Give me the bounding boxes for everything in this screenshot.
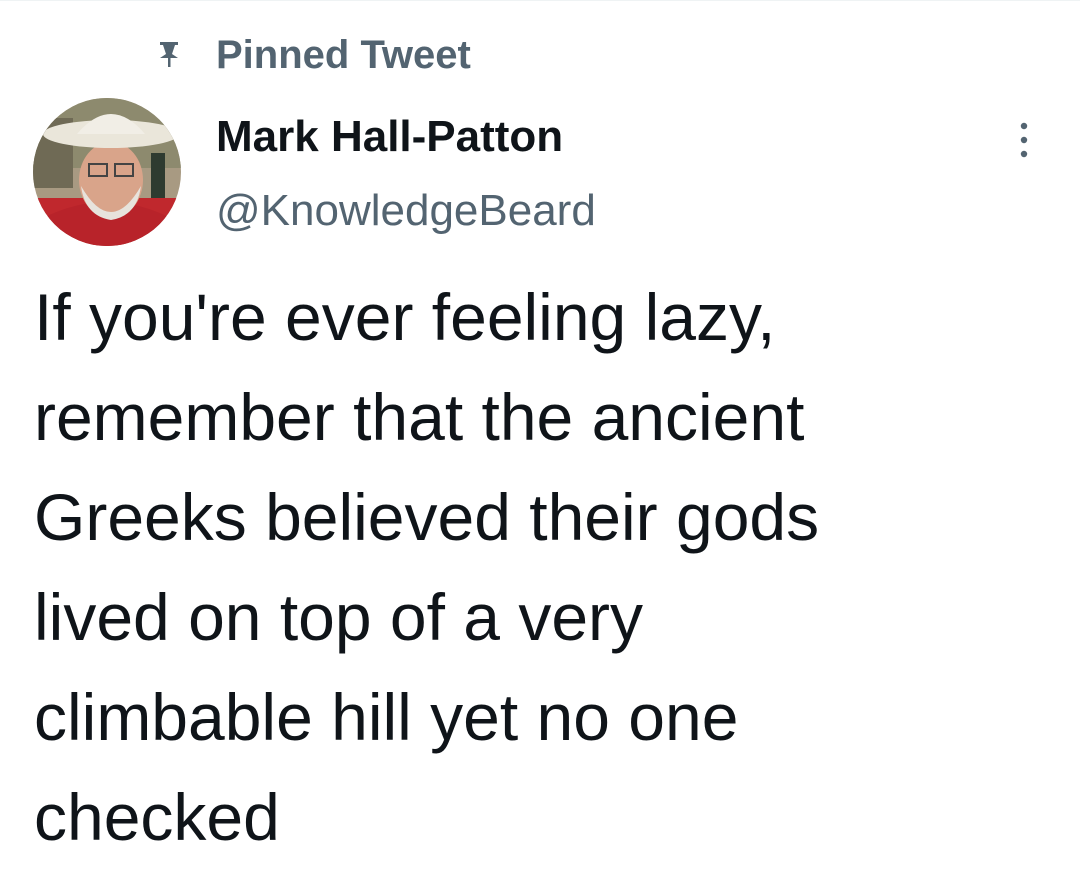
more-button[interactable] bbox=[1004, 119, 1044, 165]
user-handle[interactable]: @KnowledgeBeard bbox=[216, 185, 596, 237]
display-name[interactable]: Mark Hall-Patton bbox=[216, 111, 563, 163]
avatar[interactable] bbox=[33, 98, 181, 246]
pinned-indicator: Pinned Tweet bbox=[158, 29, 471, 79]
tweet-card[interactable]: Pinned Tweet Mark Hall-Patton @Knowledge… bbox=[0, 0, 1080, 870]
tweet-text: If you're ever feeling lazy, remember th… bbox=[34, 280, 820, 854]
pin-icon bbox=[158, 40, 180, 68]
pinned-label: Pinned Tweet bbox=[216, 33, 471, 77]
more-vertical-icon bbox=[1018, 120, 1030, 165]
